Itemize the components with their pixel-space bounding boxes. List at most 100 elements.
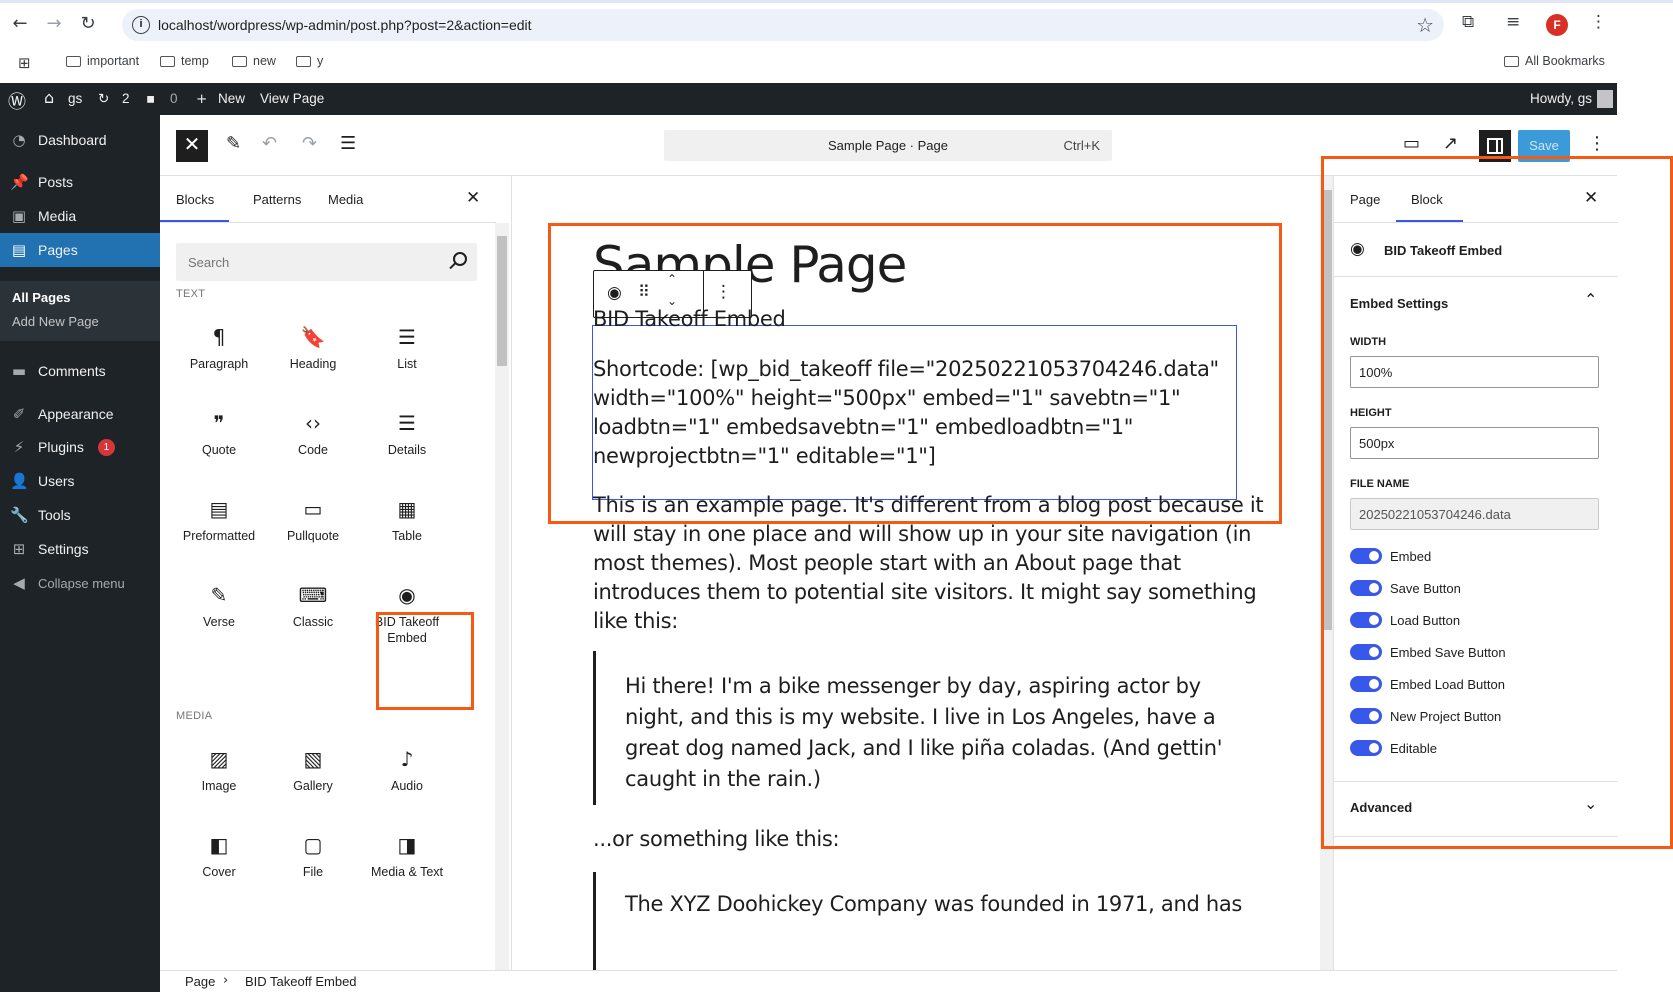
menu-settings[interactable]: ⊞ Settings	[0, 532, 160, 566]
toggle-switch[interactable]	[1350, 740, 1382, 756]
block-file[interactable]: ▢ File	[263, 820, 363, 908]
reload-icon[interactable]: ↻	[76, 12, 100, 36]
file-name-field[interactable]	[1350, 498, 1599, 530]
media-control-icon[interactable]: ≡	[1506, 12, 1520, 32]
height-field[interactable]	[1350, 427, 1599, 459]
inserter-scrollbar[interactable]	[495, 223, 509, 970]
block-type-icon[interactable]: ◉	[607, 283, 622, 303]
comments-count[interactable]: 0	[170, 91, 178, 106]
block-audio[interactable]: ♪ Audio	[357, 734, 457, 822]
howdy-user[interactable]: Howdy, gs	[1530, 91, 1592, 106]
drag-handle-icon[interactable]: ⠿	[638, 282, 650, 301]
close-settings-icon[interactable]: ✕	[1584, 188, 1598, 208]
quote-block[interactable]: Hi there! I'm a bike messenger by day, a…	[593, 651, 1223, 805]
block-cover[interactable]: ◧ Cover	[169, 820, 269, 908]
toggle-switch[interactable]	[1350, 676, 1382, 692]
bookmark-temp[interactable]: temp	[160, 54, 209, 68]
options-menu-icon[interactable]: ⋮	[1588, 133, 1606, 154]
url-text[interactable]: localhost/wordpress/wp-admin/post.php?po…	[158, 17, 532, 33]
embed-settings-title[interactable]: Embed Settings	[1350, 296, 1448, 311]
advanced-section-title[interactable]: Advanced	[1350, 800, 1412, 815]
user-avatar[interactable]	[1597, 90, 1613, 108]
block-preformatted[interactable]: ▤ Preformatted	[169, 484, 269, 572]
breadcrumb-current[interactable]: BID Takeoff Embed	[245, 974, 357, 989]
view-page-link[interactable]: View Page	[260, 91, 324, 106]
preview-device-icon[interactable]: ▭	[1403, 133, 1420, 154]
all-bookmarks[interactable]: All Bookmarks	[1504, 54, 1605, 68]
comments-icon[interactable]: ▪	[146, 91, 155, 107]
bookmark-new[interactable]: new	[232, 54, 276, 68]
settings-sidebar-toggle[interactable]	[1479, 130, 1511, 162]
menu-users[interactable]: 👤 Users	[0, 464, 160, 498]
menu-dashboard[interactable]: ◔ Dashboard	[0, 123, 160, 157]
tab-page[interactable]: Page	[1350, 192, 1380, 207]
menu-comments[interactable]: ▬ Comments	[0, 354, 160, 388]
bookmark-star-icon[interactable]: ☆	[1416, 13, 1434, 37]
paragraph-line[interactable]: This is an example page. It's different …	[593, 490, 1264, 521]
menu-media[interactable]: ▣ Media	[0, 199, 160, 233]
search-input[interactable]	[176, 243, 436, 281]
home-icon[interactable]: ⌂	[44, 88, 54, 107]
menu-pages[interactable]: ▤ Pages	[0, 233, 160, 267]
updates-count[interactable]: 2	[122, 91, 130, 106]
scrollbar-thumb[interactable]	[1322, 190, 1332, 630]
wordpress-logo-icon[interactable]: Ⓦ	[8, 88, 26, 114]
tab-blocks[interactable]: Blocks	[176, 192, 214, 207]
move-up-icon[interactable]: ⌃	[667, 272, 677, 286]
canvas-scrollbar[interactable]	[1320, 176, 1334, 970]
save-button[interactable]: Save	[1518, 130, 1570, 162]
block-pullquote[interactable]: ▭ Pullquote	[263, 484, 363, 572]
toggle-save-button[interactable]: Save Button	[1350, 580, 1461, 596]
toggle-switch[interactable]	[1350, 644, 1382, 660]
extensions-icon[interactable]: ⧉	[1462, 12, 1474, 32]
block-options-icon[interactable]: ⋮	[715, 282, 732, 302]
document-title[interactable]: Sample Page · Page	[664, 138, 1112, 153]
block-details[interactable]: ☰ Details	[357, 398, 457, 486]
paragraph-line[interactable]: ...or something like this:	[593, 824, 840, 855]
block-classic[interactable]: ⌨ Classic	[263, 570, 363, 658]
new-content-link[interactable]: New	[218, 91, 245, 106]
tab-patterns[interactable]: Patterns	[253, 192, 301, 207]
menu-collapse[interactable]: ◀ Collapse menu	[0, 566, 160, 600]
command-palette-bar[interactable]: Sample Page · Page Ctrl+K	[664, 130, 1112, 161]
menu-posts[interactable]: 📌 Posts	[0, 165, 160, 199]
plus-icon[interactable]: +	[196, 91, 207, 107]
paragraph-line[interactable]: like this:	[593, 606, 678, 637]
width-field[interactable]	[1350, 356, 1599, 388]
profile-avatar[interactable]: F	[1546, 14, 1568, 36]
block-media-text[interactable]: ◨ Media & Text	[357, 820, 457, 908]
toggle-new-project-button[interactable]: New Project Button	[1350, 708, 1501, 724]
toggle-switch[interactable]	[1350, 548, 1382, 564]
toggle-load-button[interactable]: Load Button	[1350, 612, 1460, 628]
submenu-add-new-page[interactable]: Add New Page	[12, 314, 99, 329]
block-code[interactable]: ‹› Code	[263, 398, 363, 486]
block-search[interactable]	[176, 243, 477, 281]
block-gallery[interactable]: ▧ Gallery	[263, 734, 363, 822]
edit-tools-icon[interactable]: ✎	[226, 133, 241, 154]
paragraph-line[interactable]: will stay in one place and will show up …	[593, 519, 1251, 550]
site-info-icon[interactable]: i	[132, 16, 150, 34]
toggle-embed[interactable]: Embed	[1350, 548, 1431, 564]
block-bid-takeoff-embed[interactable]: ◉ BID Takeoff Embed	[357, 570, 457, 658]
site-name[interactable]: gs	[68, 91, 82, 106]
bookmark-important[interactable]: important	[66, 54, 139, 68]
chevron-down-icon[interactable]: ⌄	[1584, 794, 1597, 813]
block-list[interactable]: ☰ List	[357, 312, 457, 400]
address-bar[interactable]: i localhost/wordpress/wp-admin/post.php?…	[122, 9, 1444, 41]
menu-plugins[interactable]: ⚡ Plugins 1	[0, 430, 160, 464]
undo-icon[interactable]: ↶	[262, 133, 277, 154]
paragraph-line[interactable]: most themes). Most people start with an …	[593, 548, 1181, 579]
menu-appearance[interactable]: ✐ Appearance	[0, 397, 160, 431]
chevron-up-icon[interactable]: ⌃	[1584, 290, 1597, 309]
tab-block[interactable]: Block	[1411, 192, 1443, 207]
block-quote[interactable]: ❞ Quote	[169, 398, 269, 486]
view-page-external-icon[interactable]: ↗	[1443, 133, 1458, 154]
quote-block[interactable]: The XYZ Doohickey Company was founded in…	[593, 872, 1242, 970]
toggle-switch[interactable]	[1350, 612, 1382, 628]
paragraph-line[interactable]: introduces them to potential site visito…	[593, 577, 1257, 608]
apps-icon[interactable]: ⊞	[18, 54, 31, 72]
updates-icon[interactable]: ↻	[98, 91, 109, 107]
document-overview-icon[interactable]: ☰	[340, 133, 356, 154]
browser-menu-icon[interactable]: ⋮	[1590, 12, 1607, 32]
block-table[interactable]: ▦ Table	[357, 484, 457, 572]
